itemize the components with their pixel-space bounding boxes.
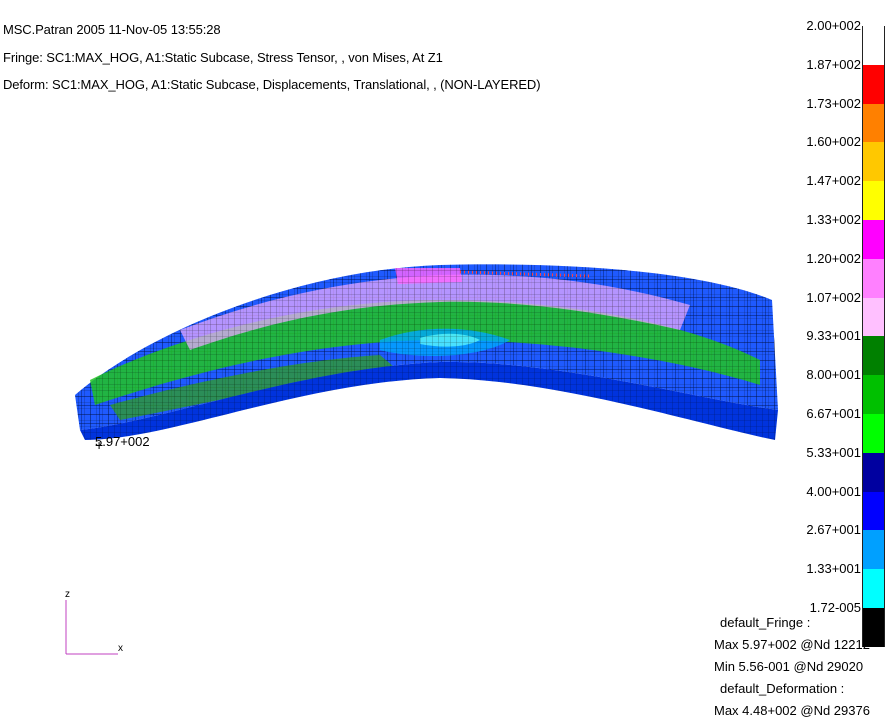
triad-x-label: x bbox=[118, 643, 123, 654]
legend-label: 1.07+002 bbox=[806, 289, 861, 305]
legend-color-swatch bbox=[862, 569, 885, 608]
legend-label: 5.33+001 bbox=[806, 444, 861, 460]
fringe-max: Max 5.97+002 @Nd 12212 bbox=[714, 637, 870, 652]
legend-color-swatch bbox=[862, 142, 885, 182]
legend-label: 9.33+001 bbox=[806, 328, 861, 344]
legend-label: 1.87+002 bbox=[806, 56, 861, 72]
legend-color-swatch bbox=[862, 336, 885, 376]
axis-triad bbox=[65, 600, 118, 655]
legend-label: 8.00+001 bbox=[806, 367, 861, 383]
deform-title: default_Deformation : bbox=[720, 681, 845, 696]
legend-color-swatch bbox=[862, 64, 885, 104]
ship-hull-model bbox=[75, 264, 778, 440]
legend-label: 1.60+002 bbox=[806, 134, 861, 150]
fringe-title: default_Fringe : bbox=[720, 615, 811, 630]
legend-color-swatch bbox=[862, 491, 885, 531]
legend-label: 2.67+001 bbox=[806, 522, 861, 538]
fringe-color-legend: 2.00+002 1.87+002 1.73+002 1.60+002 1.47+002… bbox=[800, 0, 887, 647]
legend-color-swatch bbox=[862, 414, 885, 453]
legend-label: 2.00+002 bbox=[806, 18, 861, 33]
legend-color-swatch bbox=[862, 181, 885, 220]
legend-color-swatch bbox=[862, 220, 885, 259]
max-marker-label: 5.97+002 bbox=[95, 434, 150, 449]
legend-label: 4.00+001 bbox=[806, 483, 861, 499]
legend-label: 1.20+002 bbox=[806, 250, 861, 266]
legend-color-swatch bbox=[862, 258, 885, 298]
legend-label: 6.67+001 bbox=[806, 406, 861, 421]
result-info-panel: default_Fringe : Max 5.97+002 @Nd 12212 … bbox=[714, 612, 887, 722]
legend-label: 1.33+002 bbox=[806, 212, 861, 227]
legend-color-swatch bbox=[862, 297, 885, 337]
legend-label: 1.73+002 bbox=[806, 95, 861, 111]
legend-color-swatch bbox=[862, 26, 885, 65]
deform-max: Max 4.48+002 @Nd 29376 bbox=[714, 703, 870, 718]
legend-label: 1.33+001 bbox=[806, 561, 861, 577]
fringe-min: Min 5.56-001 @Nd 29020 bbox=[714, 659, 864, 674]
legend-color-swatch bbox=[862, 103, 885, 143]
legend-color-swatch bbox=[862, 452, 885, 492]
legend-label: 1.47+002 bbox=[806, 173, 861, 189]
legend-color-swatch bbox=[862, 530, 885, 570]
triad-z-label: z bbox=[65, 589, 70, 600]
legend-color-swatch bbox=[862, 375, 885, 414]
